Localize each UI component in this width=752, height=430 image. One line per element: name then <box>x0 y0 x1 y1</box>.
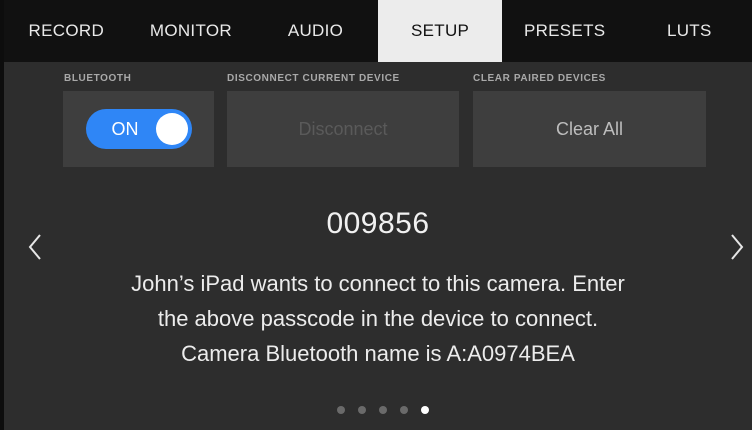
page-dot-active[interactable] <box>421 406 429 414</box>
clear-all-button[interactable]: Clear All <box>473 91 706 167</box>
disconnect-button-label: Disconnect <box>298 118 388 139</box>
toggle-state-label: ON <box>111 119 139 139</box>
tab-audio[interactable]: AUDIO <box>253 0 378 62</box>
menu-tabs: RECORD MONITOR AUDIO SETUP PRESETS LUTS <box>4 0 752 62</box>
clear-paired-label: CLEAR PAIRED DEVICES <box>473 73 606 84</box>
page-dot[interactable] <box>400 406 408 414</box>
page-dot[interactable] <box>358 406 366 414</box>
page-indicator <box>337 406 429 414</box>
passcode: 009856 <box>326 207 430 240</box>
tab-monitor[interactable]: MONITOR <box>129 0 254 62</box>
tab-presets[interactable]: PRESETS <box>502 0 627 62</box>
pairing-message-line: Camera Bluetooth name is A:A0974BEA <box>181 341 575 366</box>
toggle-knob <box>155 113 188 145</box>
tab-setup[interactable]: SETUP <box>377 0 503 62</box>
chevron-right-icon[interactable] <box>722 230 752 264</box>
tab-record[interactable]: RECORD <box>4 0 129 62</box>
chevron-left-icon[interactable] <box>20 230 50 264</box>
bluetooth-toggle[interactable]: ON <box>85 109 192 149</box>
pairing-message: John’s iPad wants to connect to this cam… <box>94 266 662 371</box>
clear-all-button-label: Clear All <box>555 118 624 139</box>
disconnect-label: DISCONNECT CURRENT DEVICE <box>227 73 400 84</box>
bluetooth-label: BLUETOOTH <box>64 73 132 84</box>
page-dot[interactable] <box>379 406 387 414</box>
page-dot[interactable] <box>337 406 345 414</box>
camera-setup-screen: RECORD MONITOR AUDIO SETUP PRESETS LUTS … <box>4 0 752 430</box>
pairing-message-line: the above passcode in the device to conn… <box>157 306 599 331</box>
bluetooth-panel: ON <box>63 91 214 167</box>
pairing-message-line: John’s iPad wants to connect to this cam… <box>131 271 625 296</box>
tab-luts[interactable]: LUTS <box>627 0 752 62</box>
disconnect-button[interactable]: Disconnect <box>227 91 459 167</box>
